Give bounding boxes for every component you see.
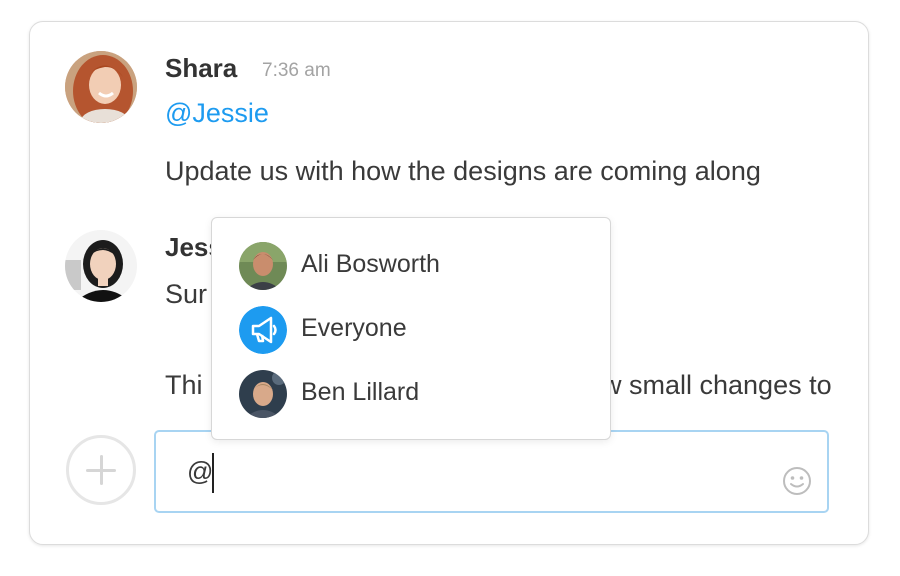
- mention-option-label: Everyone: [301, 314, 407, 342]
- message-text: Update us with how the designs are comin…: [165, 156, 761, 186]
- mention-option-ali-bosworth[interactable]: Ali Bosworth: [212, 234, 610, 298]
- mention-jessie[interactable]: @Jessie: [165, 98, 269, 129]
- megaphone-icon: [239, 306, 287, 354]
- message-text: w small changes to: [602, 370, 832, 400]
- message-text: Thi: [165, 370, 203, 400]
- chat-panel: Shara 7:36 am @Jessie Update us with how…: [29, 21, 869, 545]
- avatar-jessie[interactable]: [65, 230, 137, 302]
- mention-option-label: Ali Bosworth: [301, 250, 440, 278]
- mention-option-ben-lillard[interactable]: Ben Lillard: [212, 362, 610, 426]
- message-author[interactable]: Shara: [165, 53, 237, 84]
- message-text: Sur: [165, 279, 208, 309]
- text-caret: [212, 453, 214, 493]
- avatar-shara[interactable]: [65, 51, 137, 123]
- smiley-icon[interactable]: [782, 466, 812, 496]
- message-input-value: @: [187, 456, 214, 486]
- mention-option-everyone[interactable]: Everyone: [212, 298, 610, 362]
- avatar-ben-lillard: [239, 370, 287, 418]
- mention-autocomplete: Ali Bosworth Everyone Ben Lillard: [211, 217, 611, 440]
- avatar-ali-bosworth: [239, 242, 287, 290]
- add-attachment-button[interactable]: [66, 435, 136, 505]
- message-input[interactable]: @: [154, 430, 829, 513]
- mention-option-label: Ben Lillard: [301, 378, 420, 406]
- message-timestamp: 7:36 am: [262, 60, 331, 81]
